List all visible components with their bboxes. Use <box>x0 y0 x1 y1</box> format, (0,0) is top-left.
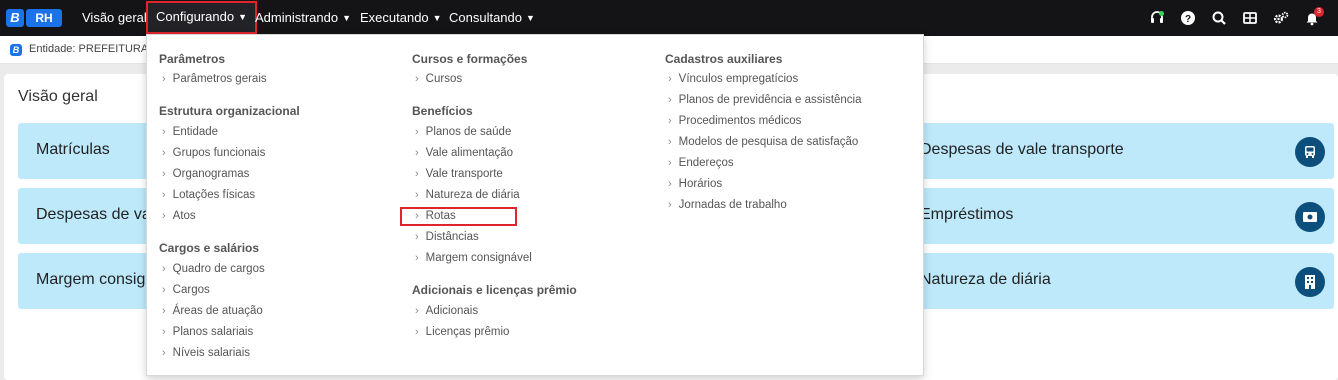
nav-item-executando[interactable]: Executando ▼ <box>360 0 442 36</box>
page-title: Visão geral <box>18 88 98 105</box>
chevron-down-icon: ▼ <box>238 12 247 22</box>
section-title-cadastros-auxiliares: Cadastros auxiliares <box>665 52 783 66</box>
svg-text:?: ? <box>1185 14 1191 25</box>
menu-item-vinculos-empregaticios[interactable]: › Vínculos empregatícios <box>668 73 798 85</box>
section-title-beneficios: Benefícios <box>412 104 473 118</box>
nav-item-administrando[interactable]: Administrando ▼ <box>255 0 351 36</box>
help-icon[interactable]: ? <box>1180 10 1196 26</box>
search-icon[interactable] <box>1211 10 1227 26</box>
tile-despesas-vale-transporte[interactable]: Despesas de vale transporte <box>884 123 1334 179</box>
nav-item-configurando[interactable]: Configurando ▼ <box>146 1 257 34</box>
menu-item-atos[interactable]: › Atos <box>162 210 196 222</box>
notification-badge: 3 <box>1314 7 1324 17</box>
tile-natureza-diaria[interactable]: Natureza de diária <box>884 253 1334 309</box>
section-title-cargos-salarios: Cargos e salários <box>159 241 260 255</box>
tile-label: Natureza de diária <box>920 271 1051 288</box>
top-navbar: B RH Visão geral Configurando ▼ Administr… <box>0 0 1338 36</box>
menu-item-horarios[interactable]: › Horários <box>668 178 722 190</box>
chevron-down-icon: ▼ <box>342 13 352 23</box>
menu-item-enderecos[interactable]: › Endereços <box>668 157 734 169</box>
menu-item-cargos[interactable]: › Cargos <box>162 284 210 296</box>
tile-label: Margem consign <box>36 271 155 288</box>
menu-item-grupos-funcionais[interactable]: › Grupos funcionais <box>162 147 265 159</box>
nav-item-consultando[interactable]: Consultando ▼ <box>449 0 535 36</box>
menu-item-organogramas[interactable]: › Organogramas <box>162 168 249 180</box>
app-logo-rh[interactable]: RH <box>26 9 62 27</box>
menu-item-niveis-salariais[interactable]: › Níveis salariais <box>162 347 250 359</box>
settings-icon[interactable] <box>1273 10 1289 26</box>
tile-label: Empréstimos <box>920 206 1014 223</box>
configurando-dropdown-menu: Parâmetros › Parâmetros gerais Estrutura … <box>146 34 924 376</box>
menu-item-cursos[interactable]: › Cursos <box>415 73 462 85</box>
nav-item-visao-geral[interactable]: Visão geral <box>82 0 147 36</box>
tile-emprestimos[interactable]: Empréstimos <box>884 188 1334 244</box>
building-icon <box>1295 267 1325 297</box>
section-title-cursos-formacoes: Cursos e formações <box>412 52 528 66</box>
entity-label[interactable]: Entidade: PREFEITURA D <box>29 43 159 55</box>
tile-label: Despesas de vale transporte <box>920 141 1124 158</box>
menu-item-rotas[interactable]: › Rotas <box>415 210 456 222</box>
menu-item-jornadas-trabalho[interactable]: › Jornadas de trabalho <box>668 199 787 211</box>
chevron-down-icon: ▼ <box>432 13 442 23</box>
menu-item-entidade[interactable]: › Entidade <box>162 126 218 138</box>
section-title-adicionais-licencas: Adicionais e licenças prêmio <box>412 283 577 297</box>
section-title-estrutura-organizacional: Estrutura organizacional <box>159 104 300 118</box>
tile-label: Matrículas <box>36 141 110 158</box>
menu-item-vale-transporte[interactable]: › Vale transporte <box>415 168 503 180</box>
betha-logo-icon[interactable]: B <box>6 9 24 27</box>
online-status-dot <box>1159 11 1164 16</box>
menu-item-lotacoes-fisicas[interactable]: › Lotações físicas <box>162 189 255 201</box>
menu-item-margem-consignavel[interactable]: › Margem consignável <box>415 252 532 264</box>
menu-item-planos-saude[interactable]: › Planos de saúde <box>415 126 511 138</box>
tile-label: Despesas de val <box>36 206 155 223</box>
menu-item-distancias[interactable]: › Distâncias <box>415 231 479 243</box>
menu-item-natureza-diaria[interactable]: › Natureza de diária <box>415 189 520 201</box>
grid-icon[interactable] <box>1242 10 1258 26</box>
menu-item-parametros-gerais[interactable]: › Parâmetros gerais <box>162 73 267 85</box>
menu-item-licencas-premio[interactable]: › Licenças prêmio <box>415 326 509 338</box>
menu-item-planos-previdencia[interactable]: › Planos de previdência e assistência <box>668 94 862 106</box>
menu-item-planos-salariais[interactable]: › Planos salariais <box>162 326 253 338</box>
menu-item-areas-atuacao[interactable]: › Áreas de atuação <box>162 305 263 317</box>
menu-item-procedimentos-medicos[interactable]: › Procedimentos médicos <box>668 115 801 127</box>
section-title-parametros: Parâmetros <box>159 52 226 66</box>
menu-item-adicionais[interactable]: › Adicionais <box>415 305 478 317</box>
menu-item-quadro-cargos[interactable]: › Quadro de cargos <box>162 263 265 275</box>
money-icon <box>1295 202 1325 232</box>
chevron-down-icon: ▼ <box>526 13 535 23</box>
entity-logo-icon: B <box>10 44 22 56</box>
bus-icon <box>1295 137 1325 167</box>
menu-item-modelos-pesquisa[interactable]: › Modelos de pesquisa de satisfação <box>668 136 858 148</box>
menu-item-vale-alimentacao[interactable]: › Vale alimentação <box>415 147 513 159</box>
